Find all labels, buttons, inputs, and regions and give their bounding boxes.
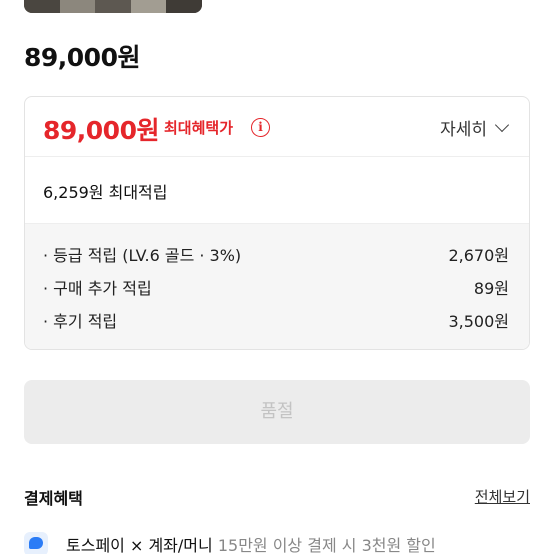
product-image-strip[interactable] [24,0,202,13]
max-points-text: 6,259원 최대적립 [43,183,168,202]
info-icon[interactable]: i [251,118,270,137]
points-row-label: · 등급 적립 (LV.6 골드 · 3%) [43,246,242,265]
promo-description: 15만원 이상 결제 시 3천원 할인 [217,536,436,554]
points-row-value: 89원 [473,279,509,298]
points-row-label: · 후기 적립 [43,312,118,331]
chevron-down-icon [494,117,510,132]
points-row: · 후기 적립 3,500원 [43,308,509,331]
max-benefit-price: 89,000원 [43,116,159,145]
points-row-value: 2,670원 [448,246,509,265]
points-breakdown: · 등급 적립 (LV.6 골드 · 3%) 2,670원 · 구매 추가 적립… [25,223,529,349]
payment-promo: 토스페이 × 계좌/머니 15만원 이상 결제 시 3천원 할인 [66,532,436,554]
soldout-button[interactable]: 품절 [24,380,530,444]
detail-toggle-button[interactable]: 자세히 [440,115,510,140]
points-row: · 구매 추가 적립 89원 [43,275,509,298]
product-price: 89,000원 [24,43,140,72]
toss-icon [24,532,48,554]
see-all-link[interactable]: 전체보기 [475,486,530,507]
promo-name: 토스페이 × 계좌/머니 [66,536,213,554]
detail-label: 자세히 [440,120,487,140]
benefit-header: 89,000원 최대혜택가 i 자세히 [25,97,529,157]
points-row: · 등급 적립 (LV.6 골드 · 3%) 2,670원 [43,242,509,265]
points-row-value: 3,500원 [448,312,509,331]
max-benefit-label: 최대혜택가 [164,119,234,137]
payment-benefits-title: 결제혜택 [24,489,83,508]
points-row-label: · 구매 추가 적립 [43,279,152,298]
benefit-card: 89,000원 최대혜택가 i 자세히 6,259원 최대적립 · 등급 적립 … [24,96,530,350]
